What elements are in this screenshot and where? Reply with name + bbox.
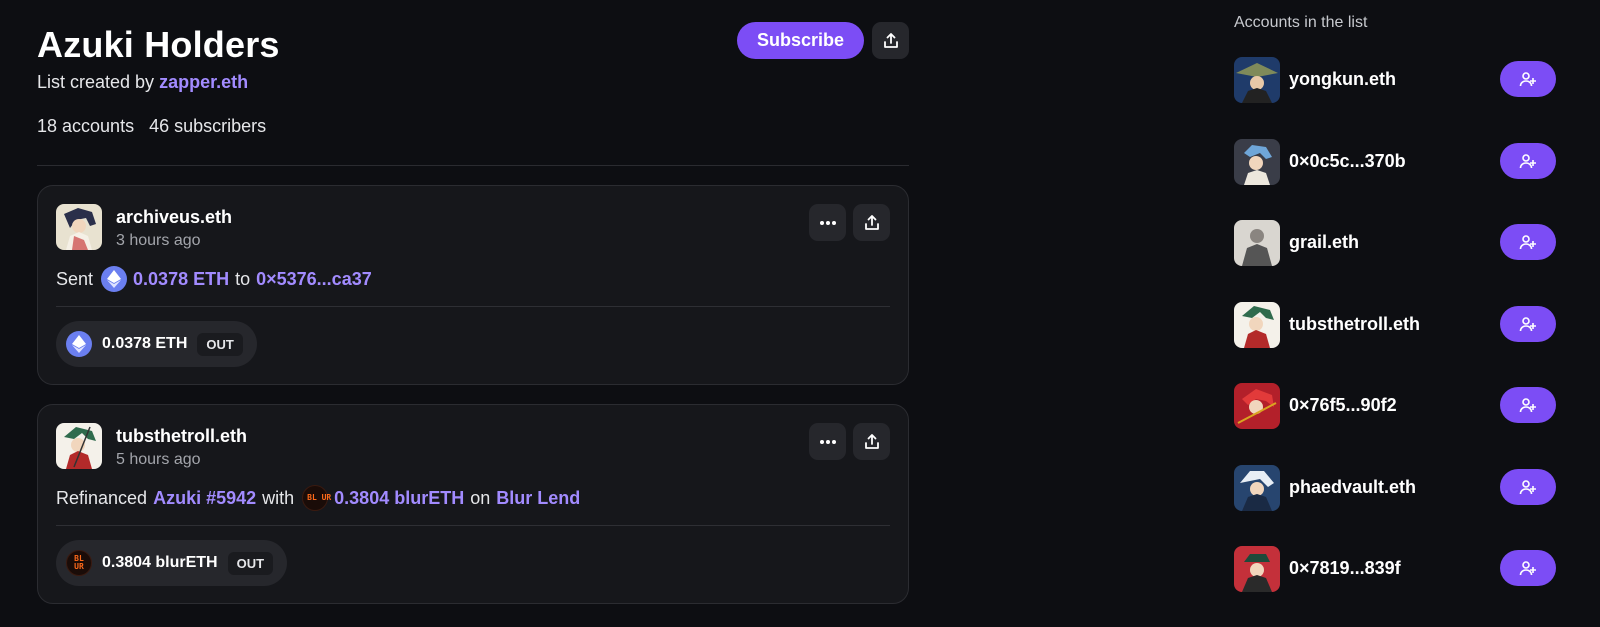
avatar[interactable] [56,423,102,469]
subscribers-count[interactable]: 46 subscribers [149,116,266,136]
account-row[interactable]: 0×7819...839f [1234,546,1556,592]
account-name[interactable]: 0×7819...839f [1289,558,1401,579]
avatar[interactable] [1234,57,1280,103]
eth-icon [66,331,92,357]
direction-badge: OUT [227,551,274,575]
follow-button[interactable] [1500,224,1556,260]
avatar[interactable] [1234,139,1280,185]
follow-button[interactable] [1500,306,1556,342]
eth-icon [101,266,128,292]
follow-button[interactable] [1500,387,1556,423]
nft-link[interactable]: Azuki #5942 [153,488,256,509]
add-user-icon [1519,561,1536,576]
add-user-icon [1519,154,1536,169]
list-creator-line: List created by zapper.eth [37,72,249,92]
list-stats: 18 accounts 46 subscribers [37,116,266,137]
token-transfer-pill[interactable]: BL UR 0.3804 blurETH OUT [56,540,288,586]
amount-link[interactable]: 0.0378 ETH [133,269,229,290]
page-title: Azuki Holders [37,24,280,65]
more-options-button[interactable] [809,423,846,460]
feed-username[interactable]: archiveus.eth [116,207,232,228]
share-button[interactable] [853,423,890,460]
avatar[interactable] [56,204,102,250]
card-divider [56,306,890,307]
account-name[interactable]: grail.eth [1289,232,1359,253]
token-transfer-pill[interactable]: 0.0378 ETH OUT [56,321,257,367]
transfer-amount: 0.0378 ETH [102,335,188,352]
follow-button[interactable] [1500,550,1556,586]
avatar[interactable] [1234,383,1280,429]
avatar[interactable] [1234,465,1280,511]
activity-line: Sent 0.0378 ETH to 0×5376...ca37 [56,266,372,292]
avatar[interactable] [1234,220,1280,266]
card-divider [56,525,890,526]
account-row[interactable]: tubsthetroll.eth [1234,302,1556,348]
creator-link[interactable]: zapper.eth [159,72,248,92]
amount-link[interactable]: 0.3804 blurETH [334,488,464,509]
more-options-button[interactable] [809,204,846,241]
follow-button[interactable] [1500,61,1556,97]
more-icon [819,220,836,225]
blur-icon: BL UR [66,550,92,576]
sidebar-title: Accounts in the list [1234,14,1368,31]
follow-button[interactable] [1500,143,1556,179]
accounts-count[interactable]: 18 accounts [37,116,134,136]
feed-timestamp: 5 hours ago [116,451,201,468]
add-user-icon [1519,317,1536,332]
account-row[interactable]: phaedvault.eth [1234,465,1556,511]
follow-button[interactable] [1500,469,1556,505]
activity-line: Refinanced Azuki #5942 with BL UR 0.3804… [56,485,580,511]
share-icon [864,214,879,230]
feed-username[interactable]: tubsthetroll.eth [116,426,247,447]
account-row[interactable]: 0×76f5...90f2 [1234,383,1556,429]
avatar[interactable] [1234,302,1280,348]
feed-card: tubsthetroll.eth 5 hours ago Refinanced … [37,404,909,604]
account-name[interactable]: 0×76f5...90f2 [1289,395,1397,416]
account-name[interactable]: tubsthetroll.eth [1289,314,1420,335]
account-name[interactable]: 0×0c5c...370b [1289,151,1406,172]
direction-badge: OUT [197,332,243,356]
share-icon [883,32,898,48]
add-user-icon [1519,480,1536,495]
feed-timestamp: 3 hours ago [116,232,201,249]
account-name[interactable]: yongkun.eth [1289,69,1396,90]
share-list-button[interactable] [872,22,909,59]
transfer-amount: 0.3804 blurETH [102,554,218,571]
add-user-icon [1519,235,1536,250]
more-icon [819,439,836,444]
add-user-icon [1519,398,1536,413]
recipient-link[interactable]: 0×5376...ca37 [256,269,372,290]
header-divider [37,165,909,166]
blur-icon: BL UR [302,485,331,511]
account-row[interactable]: yongkun.eth [1234,57,1556,103]
account-row[interactable]: grail.eth [1234,220,1556,266]
share-icon [864,433,879,449]
account-row[interactable]: 0×0c5c...370b [1234,139,1556,185]
subscribe-button[interactable]: Subscribe [737,22,864,59]
avatar[interactable] [1234,546,1280,592]
account-name[interactable]: phaedvault.eth [1289,477,1416,498]
add-user-icon [1519,72,1536,87]
protocol-link[interactable]: Blur Lend [496,488,580,509]
share-button[interactable] [853,204,890,241]
feed-card: archiveus.eth 3 hours ago Sent 0.0378 ET… [37,185,909,385]
